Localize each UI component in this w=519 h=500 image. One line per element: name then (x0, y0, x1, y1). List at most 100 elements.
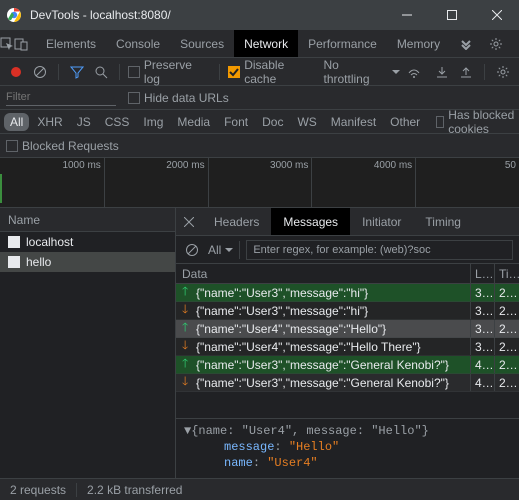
message-row[interactable]: 🡑 {"name":"User3","message":"General Keno… (176, 356, 519, 374)
chip-css[interactable]: CSS (99, 113, 136, 131)
clear-messages-icon[interactable] (182, 240, 202, 260)
message-length: 4… (471, 374, 495, 391)
blocked-requests-label: Blocked Requests (22, 139, 119, 153)
network-conditions-icon[interactable] (404, 62, 424, 82)
chip-img[interactable]: Img (137, 113, 169, 131)
chip-font[interactable]: Font (218, 113, 254, 131)
message-length: 3… (471, 338, 495, 355)
preview-value: "Hello" (289, 440, 339, 454)
message-row[interactable]: 🡑 {"name":"User3","message":"hi"} 3…2… (176, 284, 519, 302)
message-data: {"name":"User3","message":"General Kenob… (196, 358, 449, 372)
request-row-localhost[interactable]: localhost (0, 232, 175, 252)
filter-bar: Hide data URLs (0, 86, 519, 110)
filter-toggle-icon[interactable] (67, 62, 87, 82)
message-time: 2… (495, 320, 519, 337)
import-har-icon[interactable] (432, 62, 452, 82)
detail-tab-initiator[interactable]: Initiator (350, 208, 413, 235)
detail-tab-timing[interactable]: Timing (413, 208, 473, 235)
message-length: 3… (471, 284, 495, 301)
preview-key: name (224, 456, 253, 470)
messages-filter-bar: All (176, 236, 519, 264)
resource-type-filter: All XHR JS CSS Img Media Font Doc WS Man… (0, 110, 519, 134)
window-titlebar: DevTools - localhost:8080/ (0, 0, 519, 30)
message-length: 3… (471, 320, 495, 337)
message-time: 2… (495, 338, 519, 355)
chip-xhr[interactable]: XHR (31, 113, 68, 131)
throttling-select[interactable]: No throttling (324, 58, 401, 86)
maximize-button[interactable] (429, 0, 474, 30)
disable-cache-label: Disable cache (244, 58, 319, 86)
tab-overflow[interactable] (450, 30, 482, 57)
message-row[interactable]: 🡓{"name":"User3","message":"General Keno… (176, 374, 519, 392)
request-name: hello (26, 255, 51, 269)
request-name: localhost (26, 235, 73, 249)
status-requests: 2 requests (10, 483, 66, 497)
export-har-icon[interactable] (456, 62, 476, 82)
waterfall-overview[interactable]: 1000 ms 2000 ms 3000 ms 4000 ms 50 (0, 158, 519, 208)
search-icon[interactable] (91, 62, 111, 82)
chip-js[interactable]: JS (71, 113, 97, 131)
message-length: 3… (471, 302, 495, 319)
detail-tab-strip: Headers Messages Initiator Timing (176, 208, 519, 236)
chrome-icon (6, 7, 22, 23)
chip-doc[interactable]: Doc (256, 113, 289, 131)
tab-sources[interactable]: Sources (170, 30, 234, 57)
preview-key: message (224, 440, 274, 454)
settings-icon[interactable] (482, 37, 510, 51)
arrow-up-icon: 🡑 (182, 356, 190, 373)
messages-scope-select[interactable]: All (208, 243, 233, 257)
chip-manifest[interactable]: Manifest (325, 113, 382, 131)
close-detail-icon[interactable] (176, 208, 202, 235)
more-icon[interactable] (510, 37, 519, 51)
tab-memory[interactable]: Memory (387, 30, 450, 57)
message-data: {"name":"User3","message":"hi"} (196, 304, 368, 318)
tab-performance[interactable]: Performance (298, 30, 387, 57)
record-button[interactable] (6, 62, 26, 82)
messages-table-header: Data L… Ti… (176, 264, 519, 284)
request-list-header: Name (0, 208, 175, 232)
arrow-up-icon: 🡑 (182, 284, 190, 301)
has-blocked-cookies-label: Has blocked cookies (448, 108, 515, 136)
tab-console[interactable]: Console (106, 30, 170, 57)
tab-elements[interactable]: Elements (36, 30, 106, 57)
chip-other[interactable]: Other (384, 113, 426, 131)
preserve-log-checkbox[interactable]: Preserve log (128, 58, 211, 86)
timeline-activity-bar (0, 174, 2, 203)
status-bar: 2 requests 2.2 kB transferred (0, 478, 519, 500)
inspect-icon[interactable] (0, 30, 14, 57)
arrow-down-icon: 🡓 (182, 374, 190, 391)
has-blocked-cookies-checkbox[interactable]: Has blocked cookies (436, 108, 515, 136)
minimize-button[interactable] (384, 0, 429, 30)
message-row[interactable]: 🡓{"name":"User3","message":"hi"}3…2… (176, 302, 519, 320)
chip-ws[interactable]: WS (291, 113, 322, 131)
detail-tab-headers[interactable]: Headers (202, 208, 271, 235)
timeline-tick: 3000 ms (270, 160, 308, 171)
network-settings-icon[interactable] (493, 62, 513, 82)
blocked-requests-checkbox[interactable]: Blocked Requests (6, 139, 119, 153)
main-content: Name localhost hello Headers Messages In… (0, 208, 519, 478)
col-header-time[interactable]: Ti… (495, 264, 519, 283)
message-row[interactable]: 🡓{"name":"User4","message":"Hello There"… (176, 338, 519, 356)
filter-input[interactable] (6, 89, 116, 106)
message-row[interactable]: 🡑{"name":"User4","message":"Hello"}3…2… (176, 320, 519, 338)
message-time: 2… (495, 284, 519, 301)
messages-regex-input[interactable] (246, 240, 513, 260)
chip-media[interactable]: Media (171, 113, 216, 131)
message-data: {"name":"User3","message":"hi"} (196, 286, 368, 300)
col-header-length[interactable]: L… (471, 264, 495, 283)
hide-data-urls-label: Hide data URLs (144, 91, 229, 105)
message-time: 2… (495, 302, 519, 319)
messages-scope-value: All (208, 243, 221, 257)
document-icon (8, 236, 20, 248)
request-row-hello[interactable]: hello (0, 252, 175, 272)
clear-button[interactable] (30, 62, 50, 82)
close-button[interactable] (474, 0, 519, 30)
col-header-data[interactable]: Data (176, 264, 471, 283)
disable-cache-checkbox[interactable]: Disable cache (228, 58, 319, 86)
throttling-value: No throttling (324, 58, 389, 86)
chip-all[interactable]: All (4, 113, 29, 131)
device-toggle-icon[interactable] (14, 30, 28, 57)
detail-tab-messages[interactable]: Messages (271, 208, 350, 235)
tab-network[interactable]: Network (234, 30, 298, 57)
hide-data-urls-checkbox[interactable]: Hide data URLs (128, 91, 229, 105)
